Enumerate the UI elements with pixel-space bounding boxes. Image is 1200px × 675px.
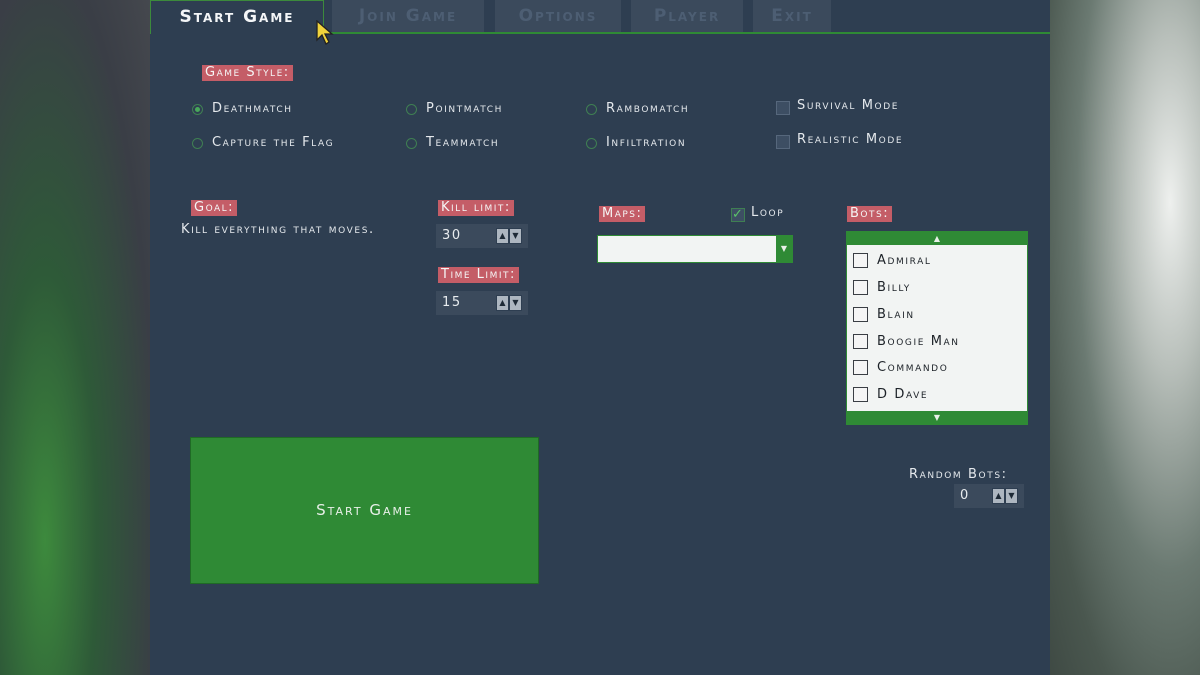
bot-name[interactable]: Boogie Man [877, 334, 960, 349]
bot-name[interactable]: D Dave [877, 387, 928, 402]
tab-underline [322, 32, 1050, 34]
scroll-down-icon[interactable]: ▼ [847, 411, 1027, 424]
radio-rambomatch[interactable] [586, 104, 597, 115]
survival-mode-checkbox[interactable] [776, 101, 790, 115]
tab-options[interactable]: Options [495, 0, 621, 33]
radio-teammatch[interactable] [406, 138, 417, 149]
survival-mode-label[interactable]: Survival Mode [797, 98, 899, 114]
realistic-mode-checkbox[interactable] [776, 135, 790, 149]
kill-limit-stepper[interactable]: 30 ▲ ▼ [436, 224, 528, 248]
bot-checkbox[interactable] [853, 307, 868, 322]
game-style-label: Game Style: [202, 65, 293, 81]
time-limit-stepper[interactable]: 15 ▲ ▼ [436, 291, 528, 315]
bot-name[interactable]: Admiral [877, 253, 932, 268]
infiltration-label[interactable]: Infiltration [606, 135, 686, 151]
tab-join-game[interactable]: Join Game [332, 0, 484, 33]
loop-label[interactable]: Loop [751, 205, 784, 221]
kill-limit-up-icon[interactable]: ▲ [496, 228, 509, 244]
maps-label: Maps: [599, 206, 646, 222]
pointmatch-label[interactable]: Pointmatch [426, 101, 503, 117]
time-limit-label: Time Limit: [438, 267, 519, 283]
kill-limit-label: Kill limit: [438, 200, 514, 216]
scroll-up-icon[interactable]: ▲ [847, 232, 1027, 245]
random-bots-value[interactable]: 0 [960, 488, 970, 503]
random-bots-down-icon[interactable]: ▼ [1005, 488, 1018, 504]
radio-capture-the-flag[interactable] [192, 138, 203, 149]
time-limit-up-icon[interactable]: ▲ [496, 295, 509, 311]
rambomatch-label[interactable]: Rambomatch [606, 101, 689, 117]
loop-checkbox[interactable]: ✓ [731, 208, 745, 222]
kill-limit-value[interactable]: 30 [442, 228, 462, 243]
bot-name[interactable]: Blain [877, 307, 915, 322]
tab-start-game[interactable]: Start Game [150, 0, 324, 34]
bot-checkbox[interactable] [853, 280, 868, 295]
random-bots-up-icon[interactable]: ▲ [992, 488, 1005, 504]
bot-checkbox[interactable] [853, 253, 868, 268]
bot-checkbox[interactable] [853, 360, 868, 375]
goal-label: Goal: [191, 200, 238, 216]
radio-pointmatch[interactable] [406, 104, 417, 115]
kill-limit-down-icon[interactable]: ▼ [509, 228, 522, 244]
chevron-down-icon[interactable]: ▼ [776, 236, 792, 262]
capture-the-flag-label[interactable]: Capture the Flag [212, 135, 334, 151]
radio-deathmatch[interactable] [192, 104, 203, 115]
maps-dropdown[interactable]: ▼ [597, 235, 793, 263]
start-game-button[interactable]: Start Game [190, 437, 539, 584]
bots-label: Bots: [847, 206, 893, 222]
time-limit-value[interactable]: 15 [442, 295, 462, 310]
time-limit-down-icon[interactable]: ▼ [509, 295, 522, 311]
checkmark-icon: ✓ [732, 207, 745, 222]
radio-infiltration[interactable] [586, 138, 597, 149]
teammatch-label[interactable]: Teammatch [426, 135, 499, 151]
bot-name[interactable]: Commando [877, 360, 948, 375]
deathmatch-label[interactable]: Deathmatch [212, 101, 293, 117]
tab-bar: Start Game Join Game Options Player Exit [150, 0, 1050, 34]
bot-checkbox[interactable] [853, 334, 868, 349]
random-bots-label: Random Bots: [909, 467, 1008, 482]
tab-exit[interactable]: Exit [753, 0, 831, 33]
menu-panel: Start Game Join Game Options Player Exit… [150, 0, 1050, 675]
background-left [0, 0, 150, 675]
realistic-mode-label[interactable]: Realistic Mode [797, 132, 903, 148]
bots-list[interactable]: ▲ Admiral Billy Blain Boogie Man Command… [846, 231, 1028, 425]
random-bots-stepper[interactable]: 0 ▲ ▼ [954, 484, 1024, 508]
goal-text: Kill everything that moves. [181, 222, 375, 237]
mouse-cursor-icon [316, 20, 334, 45]
tab-player[interactable]: Player [631, 0, 743, 33]
bot-name[interactable]: Billy [877, 280, 911, 295]
bot-checkbox[interactable] [853, 387, 868, 402]
background-right [1050, 0, 1200, 675]
